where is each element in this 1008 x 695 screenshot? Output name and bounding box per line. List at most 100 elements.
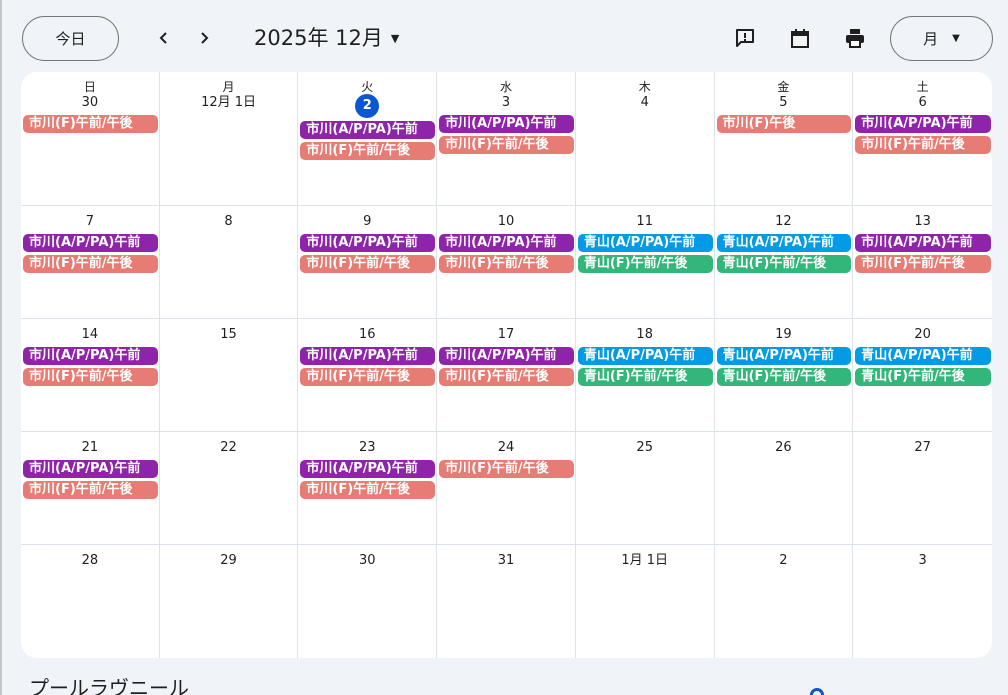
day-number[interactable]: 2: [779, 552, 787, 570]
day-cell[interactable]: 24 市川(F)午前/午後: [437, 432, 576, 545]
day-cell[interactable]: 7 市川(A/P/PA)午前 市川(F)午前/午後: [21, 206, 160, 319]
day-number[interactable]: 5: [779, 94, 787, 112]
day-number[interactable]: 12月 1日: [201, 94, 256, 112]
event-chip[interactable]: 市川(F)午前/午後: [23, 481, 158, 499]
day-number[interactable]: 4: [641, 94, 649, 112]
day-number[interactable]: 31: [498, 552, 515, 570]
event-chip[interactable]: 市川(F)午前/午後: [855, 255, 991, 273]
event-chip[interactable]: 市川(A/P/PA)午前: [23, 234, 158, 252]
event-chip[interactable]: 青山(F)午前/午後: [577, 368, 713, 386]
event-chip[interactable]: 市川(A/P/PA)午前: [300, 234, 436, 252]
day-cell[interactable]: 28: [21, 545, 160, 658]
day-cell[interactable]: 31: [437, 545, 576, 658]
day-cell[interactable]: 2: [715, 545, 854, 658]
day-number[interactable]: 25: [636, 439, 653, 457]
event-chip[interactable]: 市川(A/P/PA)午前: [855, 234, 991, 252]
day-number[interactable]: 7: [86, 213, 94, 231]
day-number[interactable]: 18: [636, 326, 653, 344]
event-chip[interactable]: 市川(F)午前/午後: [855, 136, 991, 154]
day-number[interactable]: 23: [359, 439, 376, 457]
day-cell[interactable]: 月 12月 1日: [159, 72, 299, 206]
day-cell[interactable]: 火 2 市川(A/P/PA)午前 市川(F)午前/午後: [298, 72, 438, 206]
day-cell[interactable]: 16 市川(A/P/PA)午前 市川(F)午前/午後: [298, 319, 438, 432]
day-number[interactable]: 15: [220, 326, 237, 344]
day-cell[interactable]: 20 青山(A/P/PA)午前 青山(F)午前/午後: [853, 319, 992, 432]
day-cell[interactable]: 26: [714, 432, 854, 545]
event-chip[interactable]: 市川(A/P/PA)午前: [439, 115, 574, 133]
day-cell[interactable]: 18 青山(A/P/PA)午前 青山(F)午前/午後: [575, 319, 715, 432]
event-chip[interactable]: 青山(F)午前/午後: [716, 368, 852, 386]
event-chip[interactable]: 市川(F)午前/午後: [300, 142, 436, 160]
day-cell[interactable]: 21 市川(A/P/PA)午前 市川(F)午前/午後: [21, 432, 160, 545]
event-chip[interactable]: 市川(F)午後: [716, 115, 852, 133]
event-chip[interactable]: 市川(A/P/PA)午前: [300, 347, 436, 365]
day-cell[interactable]: 12 青山(A/P/PA)午前 青山(F)午前/午後: [714, 206, 854, 319]
event-chip[interactable]: 青山(F)午前/午後: [577, 255, 713, 273]
day-cell[interactable]: 30: [298, 545, 438, 658]
day-number[interactable]: 14: [82, 326, 99, 344]
day-cell[interactable]: 日 30 市川(F)午前/午後: [21, 72, 160, 206]
day-cell[interactable]: 14 市川(A/P/PA)午前 市川(F)午前/午後: [21, 319, 160, 432]
day-number[interactable]: 9: [363, 213, 371, 231]
event-chip[interactable]: 青山(F)午前/午後: [716, 255, 852, 273]
event-chip[interactable]: 市川(A/P/PA)午前: [23, 460, 158, 478]
day-cell[interactable]: 23 市川(A/P/PA)午前 市川(F)午前/午後: [298, 432, 438, 545]
event-chip[interactable]: 市川(F)午前/午後: [23, 255, 158, 273]
today-date-badge[interactable]: 2: [355, 94, 380, 118]
event-chip[interactable]: 市川(F)午前/午後: [23, 368, 158, 386]
day-number[interactable]: 17: [498, 326, 515, 344]
day-number[interactable]: 27: [914, 439, 931, 457]
day-number[interactable]: 16: [359, 326, 376, 344]
event-chip[interactable]: 市川(A/P/PA)午前: [855, 115, 991, 133]
event-chip[interactable]: 青山(A/P/PA)午前: [855, 347, 991, 365]
event-chip[interactable]: 市川(A/P/PA)午前: [23, 347, 158, 365]
day-number[interactable]: 8: [224, 213, 232, 231]
day-cell[interactable]: 29: [160, 545, 299, 658]
print-button[interactable]: [843, 26, 867, 50]
day-cell[interactable]: 27: [853, 432, 992, 545]
event-chip[interactable]: 市川(F)午前/午後: [439, 368, 574, 386]
day-number[interactable]: 30: [82, 94, 99, 112]
day-cell[interactable]: 10 市川(A/P/PA)午前 市川(F)午前/午後: [437, 206, 576, 319]
day-number[interactable]: 28: [82, 552, 99, 570]
event-chip[interactable]: 青山(F)午前/午後: [855, 368, 991, 386]
event-chip[interactable]: 市川(A/P/PA)午前: [439, 234, 574, 252]
month-title-dropdown[interactable]: 2025年 12月 ▼: [254, 22, 399, 52]
day-cell[interactable]: 19 青山(A/P/PA)午前 青山(F)午前/午後: [714, 319, 854, 432]
event-chip[interactable]: 市川(A/P/PA)午前: [300, 121, 436, 139]
event-chip[interactable]: 市川(F)午前/午後: [23, 115, 158, 133]
event-chip[interactable]: 青山(A/P/PA)午前: [716, 347, 852, 365]
view-selector-button[interactable]: 月 ▼: [890, 16, 993, 61]
event-chip[interactable]: 市川(A/P/PA)午前: [439, 347, 574, 365]
event-chip[interactable]: 青山(A/P/PA)午前: [577, 234, 713, 252]
day-cell[interactable]: 17 市川(A/P/PA)午前 市川(F)午前/午後: [437, 319, 576, 432]
day-number[interactable]: 10: [498, 213, 515, 231]
day-number[interactable]: 11: [636, 213, 653, 231]
day-number[interactable]: 21: [82, 439, 99, 457]
jump-to-date-button[interactable]: [788, 26, 812, 50]
day-cell[interactable]: 金 5 市川(F)午後: [714, 72, 854, 206]
day-cell[interactable]: 木4: [575, 72, 715, 206]
event-chip[interactable]: 市川(F)午前/午後: [439, 136, 574, 154]
event-chip[interactable]: 市川(F)午前/午後: [439, 255, 574, 273]
day-cell[interactable]: 22: [159, 432, 299, 545]
day-cell[interactable]: 25: [575, 432, 715, 545]
day-number[interactable]: 1月 1日: [621, 552, 668, 570]
day-number[interactable]: 24: [498, 439, 515, 457]
day-number[interactable]: 19: [775, 326, 792, 344]
event-chip[interactable]: 市川(F)午前/午後: [439, 460, 574, 478]
day-cell[interactable]: 15: [159, 319, 299, 432]
today-button[interactable]: 今日: [22, 16, 119, 61]
day-cell[interactable]: 土 6 市川(A/P/PA)午前 市川(F)午前/午後: [853, 72, 992, 206]
day-cell[interactable]: 3: [853, 545, 992, 658]
day-cell[interactable]: 11 青山(A/P/PA)午前 青山(F)午前/午後: [575, 206, 715, 319]
day-number[interactable]: 20: [914, 326, 931, 344]
day-number[interactable]: 3: [918, 552, 926, 570]
event-chip[interactable]: 市川(F)午前/午後: [300, 481, 436, 499]
day-number[interactable]: 12: [775, 213, 792, 231]
day-number[interactable]: 13: [914, 213, 931, 231]
day-number[interactable]: 22: [220, 439, 237, 457]
day-cell[interactable]: 水 3 市川(A/P/PA)午前 市川(F)午前/午後: [437, 72, 576, 206]
next-month-button[interactable]: [192, 26, 216, 50]
event-chip[interactable]: 市川(F)午前/午後: [300, 255, 436, 273]
